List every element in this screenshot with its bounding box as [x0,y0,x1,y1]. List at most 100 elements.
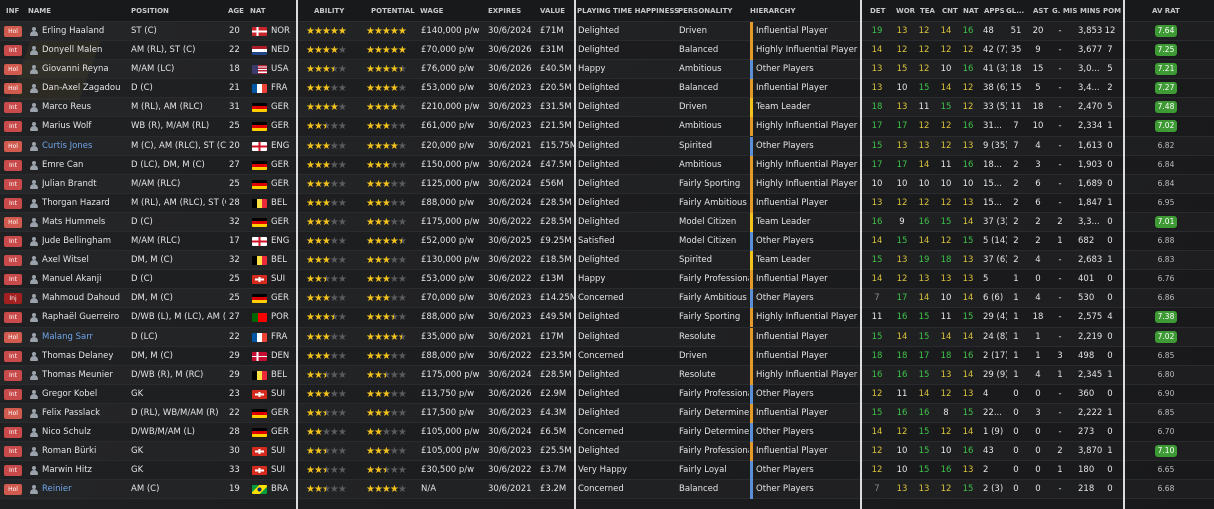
table-row[interactable]: Int Donyell Malen AM (RL), ST (C) 22 NED ★★★★… [0,41,1214,61]
player-name[interactable]: Gregor Kobel [42,385,127,404]
table-row[interactable]: Int Manuel Akanji D (C) 25 SUI ★★★★★ ★★★★★ £53,… [0,270,1214,290]
info-badge[interactable]: Inj [4,293,22,305]
col-pom[interactable]: POM [1103,0,1121,22]
info-badge[interactable]: Hol [4,216,22,228]
info-badge[interactable]: Hol [4,484,22,496]
info-badge[interactable]: Int [4,350,22,362]
info-badge[interactable]: Int [4,178,22,190]
table-row[interactable]: Int Marco Reus M (RL), AM (RLC) 31 GER ★★★★★ ★… [0,98,1214,118]
table-row[interactable]: Int Emre Can D (LC), DM, M (C) 27 GER ★★★★★ ★★… [0,155,1214,175]
info-badge[interactable]: Int [4,45,22,57]
table-row[interactable]: Int Thorgan Hazard M (RL), AM (RLC), ST (C… [0,193,1214,213]
info-badge[interactable]: Hol [4,407,22,419]
info-badge[interactable]: Int [4,388,22,400]
table-row[interactable]: Hol Mats Hummels D (C) 32 GER ★★★★★ ★★★★★ £175,… [0,212,1214,233]
col-goal-mistakes[interactable]: G. MIS [1052,0,1077,22]
col-hierarchy[interactable]: HIERARCHY [750,0,796,22]
col-nat-attr[interactable]: NAT [963,0,979,22]
info-badge[interactable]: Int [4,197,22,209]
table-row[interactable]: Hol Dan-Axel Zagadou D (C) 21 FRA ★★★★★ ★★★★★ £… [0,79,1214,99]
col-ability[interactable]: ABILITY [314,0,344,22]
col-goals[interactable]: GL... [1006,0,1024,22]
player-name[interactable]: Donyell Malen [42,41,127,60]
player-name[interactable]: Raphaël Guerreiro [42,308,127,327]
player-name[interactable]: Marius Wolf [42,117,127,136]
info-badge[interactable]: Int [4,426,22,438]
info-badge[interactable]: Int [4,236,22,248]
player-name[interactable]: Giovanni Reyna [42,60,127,79]
player-name[interactable]: Malang Sarr [42,328,127,347]
col-personality[interactable]: PERSONALITY [678,0,732,22]
table-row[interactable]: Int Roman Bürki GK 30 SUI ★★★★★ ★★★★★ £105,000 … [0,442,1214,462]
table-row[interactable]: Int Nico Schulz D/WB/M/AM (L) 28 GER ★★★★★ ★★★… [0,422,1214,443]
player-name[interactable]: Marco Reus [42,98,127,117]
player-name[interactable]: Thomas Delaney [42,347,127,366]
col-avrat[interactable]: AV RAT [1152,0,1180,22]
info-badge[interactable]: Hol [4,140,22,152]
table-row[interactable]: Hol Malang Sarr D (LC) 22 FRA ★★★★★ ★★★★★ £35,0… [0,327,1214,347]
player-name[interactable]: Manuel Akanji [42,270,127,289]
player-name[interactable]: Nico Schulz [42,423,127,442]
table-row[interactable]: Int Marwin Hitz GK 33 SUI ★★★★★ ★★★★★ £30,500 p… [0,461,1214,481]
table-row[interactable]: Hol Curtis Jones M (C), AM (RLC), ST (C) 20… [0,136,1214,156]
table-row[interactable]: Hol Erling Haaland ST (C) 20 NOR ★★★★★ ★★★★★ £1… [0,22,1214,42]
info-badge[interactable]: Int [4,312,22,324]
info-badge[interactable]: Hol [4,331,22,343]
col-nat[interactable]: NAT [250,0,266,22]
table-row[interactable]: Hol Felix Passlack D (RL), WB/M/AM (R) 22 GE… [0,403,1214,423]
player-name[interactable]: Marwin Hitz [42,461,127,480]
col-value[interactable]: VALUE [540,0,565,22]
player-name[interactable]: Thorgan Hazard [42,194,127,213]
col-assists[interactable]: AST [1033,0,1048,22]
col-tea[interactable]: TEA [920,0,935,22]
info-badge[interactable]: Int [4,274,22,286]
table-row[interactable]: Int Thomas Meunier D/WB (R), M (RC) 29 BEL ★★… [0,365,1214,385]
col-age[interactable]: AGE [228,0,244,22]
col-inf[interactable]: INF [6,0,19,22]
table-row[interactable]: Int Jude Bellingham M/AM (RLC) 17 ENG ★★★★★ ★★… [0,232,1214,252]
table-row[interactable]: Hol Giovanni Reyna M/AM (LC) 18 USA ★★★★★ ★★★★… [0,60,1214,80]
player-name[interactable]: Curtis Jones [42,137,127,156]
col-expires[interactable]: EXPIRES [488,0,521,22]
table-row[interactable]: Int Gregor Kobel GK 23 SUI ★★★★★ ★★★★★ £13,750 … [0,384,1214,404]
col-name[interactable]: NAME [28,0,51,22]
col-mins[interactable]: MINS [1080,0,1100,22]
table-row[interactable]: Int Julian Brandt M/AM (RLC) 25 GER ★★★★★ ★★★★… [0,174,1214,194]
info-badge[interactable]: Int [4,465,22,477]
col-cnt[interactable]: CNT [942,0,958,22]
player-name[interactable]: Thomas Meunier [42,366,127,385]
col-happiness[interactable]: PLAYING TIME HAPPINESS [577,0,679,22]
info-badge[interactable]: Int [4,121,22,133]
col-det[interactable]: DET [870,0,885,22]
table-row[interactable]: Int Marius Wolf WB (R), M/AM (RL) 25 GER ★★★★… [0,117,1214,137]
player-name[interactable]: Felix Passlack [42,404,127,423]
info-badge[interactable]: Hol [4,26,22,37]
col-apps[interactable]: APPS [984,0,1005,22]
player-name[interactable]: Jude Bellingham [42,232,127,251]
info-badge[interactable]: Int [4,446,22,458]
player-name[interactable]: Julian Brandt [42,175,127,194]
col-position[interactable]: POSITION [131,0,169,22]
info-badge[interactable]: Int [4,159,22,171]
info-badge[interactable]: Hol [4,83,22,95]
player-name[interactable]: Roman Bürki [42,442,127,461]
col-wor[interactable]: WOR [896,0,915,22]
player-name[interactable]: Axel Witsel [42,251,127,270]
info-badge[interactable]: Int [4,369,22,381]
table-row[interactable]: Hol Reinier AM (C) 19 BRA ★★★★★ ★★★★★ N/A 30/6/2… [0,480,1214,500]
player-name[interactable]: Emre Can [42,156,127,175]
player-name[interactable]: Erling Haaland [42,22,127,41]
player-name[interactable]: Dan-Axel Zagadou [42,79,127,98]
info-badge[interactable]: Int [4,255,22,267]
table-row[interactable]: Int Axel Witsel DM, M (C) 32 BEL ★★★★★ ★★★★★ £1… [0,251,1214,271]
table-row[interactable]: Int Raphaël Guerreiro D/WB (L), M (LC), AM… [0,308,1214,328]
table-row[interactable]: Int Thomas Delaney DM, M (C) 29 DEN ★★★★★ ★★★★… [0,346,1214,366]
info-badge[interactable]: Hol [4,64,22,76]
player-name[interactable]: Reinier [42,480,127,499]
player-name[interactable]: Mats Hummels [42,213,127,232]
col-wage[interactable]: WAGE [420,0,443,22]
player-name[interactable]: Mahmoud Dahoud [42,289,127,308]
info-badge[interactable]: Int [4,102,22,114]
col-potential[interactable]: POTENTIAL [371,0,415,22]
table-row[interactable]: Inj Mahmoud Dahoud DM, M (C) 25 GER ★★★★★ ★★★★… [0,289,1214,309]
